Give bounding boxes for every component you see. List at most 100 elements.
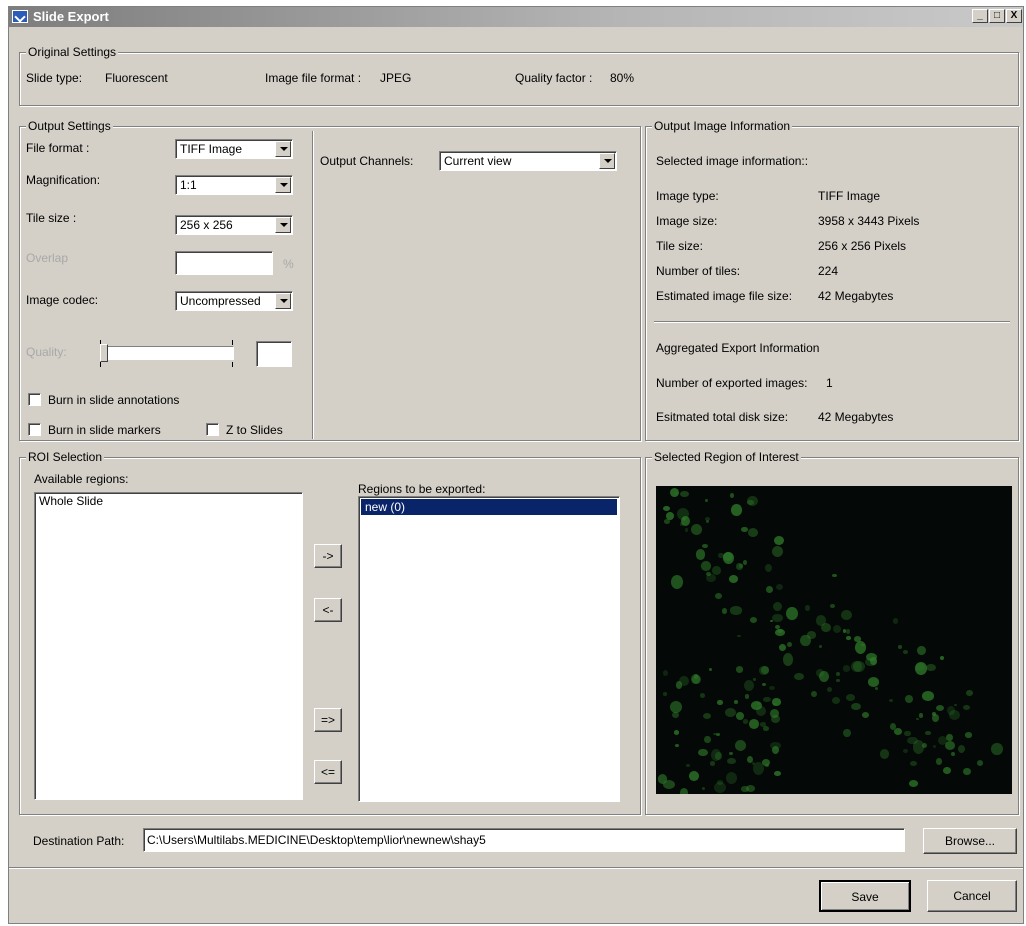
info-tile-size-value: 256 x 256 Pixels <box>818 239 907 253</box>
number-of-tiles-label: Number of tiles: <box>656 264 741 278</box>
burn-annotations-checkbox[interactable] <box>28 393 41 406</box>
overlap-input[interactable] <box>175 251 273 275</box>
fluorescent-cell <box>704 735 711 743</box>
file-format-dropdown[interactable]: TIFF Image <box>175 139 293 159</box>
destination-path-input[interactable]: C:\Users\Multilabs.MEDICINE\Desktop\temp… <box>143 828 905 852</box>
quality-slider[interactable] <box>100 332 236 372</box>
fluorescent-cell <box>908 780 918 788</box>
original-settings-label: Original Settings <box>26 45 119 59</box>
maximize-button[interactable]: □ <box>989 9 1005 23</box>
total-disk-label: Esitmated total disk size: <box>656 410 789 424</box>
fluorescent-cell <box>662 505 670 511</box>
add-all-regions-button[interactable]: => <box>314 708 342 732</box>
fluorescent-cell <box>888 698 893 702</box>
chevron-down-icon[interactable] <box>599 153 615 169</box>
add-region-button[interactable]: -> <box>314 544 342 568</box>
roi-selection-label: ROI Selection <box>26 450 105 464</box>
fluorescent-cell <box>829 603 835 609</box>
image-codec-dropdown[interactable]: Uncompressed <box>175 291 293 311</box>
remove-region-button[interactable]: <- <box>314 598 342 622</box>
fluorescent-cell <box>743 680 754 691</box>
burn-markers-checkbox[interactable] <box>28 423 41 436</box>
fluorescent-cell <box>945 741 956 750</box>
minimize-button[interactable]: _ <box>972 9 988 23</box>
list-item[interactable]: new (0) <box>361 499 617 515</box>
fluorescent-cell <box>728 575 739 584</box>
fluorescent-cell <box>772 698 782 706</box>
fluorescent-cell <box>991 742 1003 756</box>
title-bar[interactable]: Slide Export _ □ X <box>9 7 1023 27</box>
fluorescent-cell <box>907 736 918 745</box>
list-item[interactable]: Whole Slide <box>35 493 302 509</box>
chevron-down-icon[interactable] <box>275 293 291 309</box>
fluorescent-cell <box>818 644 822 648</box>
fluorescent-cell <box>763 697 771 703</box>
burn-markers-label: Burn in slide markers <box>48 423 161 437</box>
save-button[interactable]: Save <box>819 880 911 912</box>
fluorescent-cell <box>774 770 781 776</box>
fluorescent-cell <box>846 635 851 640</box>
quality-input[interactable] <box>256 341 292 367</box>
browse-button[interactable]: Browse... <box>923 828 1017 854</box>
fluorescent-cell <box>714 752 723 760</box>
file-format-value: TIFF Image <box>180 142 243 156</box>
magnification-dropdown[interactable]: 1:1 <box>175 175 293 195</box>
close-button[interactable]: X <box>1006 9 1022 23</box>
fluorescent-cell <box>759 722 767 727</box>
fluorescent-cell <box>965 732 972 738</box>
fluorescent-cell <box>843 728 851 737</box>
output-image-info-group: Output Image Information Selected image … <box>645 119 1019 441</box>
magnification-label: Magnification: <box>26 173 101 187</box>
estimated-file-size-label: Estimated image file size: <box>656 289 793 303</box>
quality-slider-thumb[interactable] <box>100 344 108 362</box>
burn-annotations-label: Burn in slide annotations <box>48 393 180 407</box>
aggregated-heading: Aggregated Export Information <box>656 341 820 355</box>
fluorescent-cell <box>680 787 689 794</box>
fluorescent-cell <box>861 643 865 647</box>
chevron-down-icon[interactable] <box>275 141 291 157</box>
fluorescent-cell <box>804 605 810 611</box>
fluorescent-cell <box>761 758 771 766</box>
fluorescent-cell <box>917 645 926 656</box>
fluorescent-cell <box>666 512 675 520</box>
overlap-unit: % <box>283 257 294 271</box>
output-channels-label: Output Channels: <box>320 154 414 168</box>
fluorescent-cell <box>715 593 723 600</box>
fluorescent-cell <box>735 666 744 673</box>
fluorescent-cell <box>709 667 713 671</box>
fluorescent-cell <box>850 702 861 711</box>
fluorescent-cell <box>743 719 749 724</box>
fluorescent-cell <box>700 693 706 698</box>
fluorescent-cell <box>768 685 775 691</box>
remove-all-regions-button[interactable]: <= <box>314 760 342 784</box>
fluorescent-cell <box>932 744 937 749</box>
fluorescent-cell <box>701 543 708 549</box>
fluorescent-cell <box>772 613 784 623</box>
cancel-button[interactable]: Cancel <box>927 880 1017 912</box>
image-type-value: TIFF Image <box>818 189 881 203</box>
fluorescent-cell <box>765 563 773 572</box>
fluorescent-cell <box>905 695 914 704</box>
fluorescent-cell <box>946 733 953 742</box>
z-to-slides-checkbox[interactable] <box>206 423 219 436</box>
tile-size-dropdown[interactable]: 256 x 256 <box>175 215 293 235</box>
fluorescent-cell <box>734 740 746 752</box>
chevron-down-icon[interactable] <box>275 177 291 193</box>
fluorescent-cell <box>755 706 766 716</box>
fluorescent-cell <box>832 574 837 578</box>
chevron-down-icon[interactable] <box>275 217 291 233</box>
fluorescent-cell <box>770 714 781 723</box>
fluorescent-cell <box>730 504 743 516</box>
fluorescent-cell <box>874 686 878 690</box>
fluorescent-cell <box>702 787 706 791</box>
fluorescent-cell <box>745 784 755 792</box>
fluorescent-cell <box>836 678 840 683</box>
output-channels-dropdown[interactable]: Current view <box>439 151 617 171</box>
fluorescent-cell <box>695 549 706 560</box>
regions-to-export-list[interactable]: new (0) <box>358 496 620 802</box>
fluorescent-cell <box>910 760 918 767</box>
fluorescent-cell <box>736 562 744 571</box>
fluorescent-cell <box>976 759 983 766</box>
available-regions-list[interactable]: Whole Slide <box>34 492 303 800</box>
fluorescent-cell <box>762 726 770 732</box>
